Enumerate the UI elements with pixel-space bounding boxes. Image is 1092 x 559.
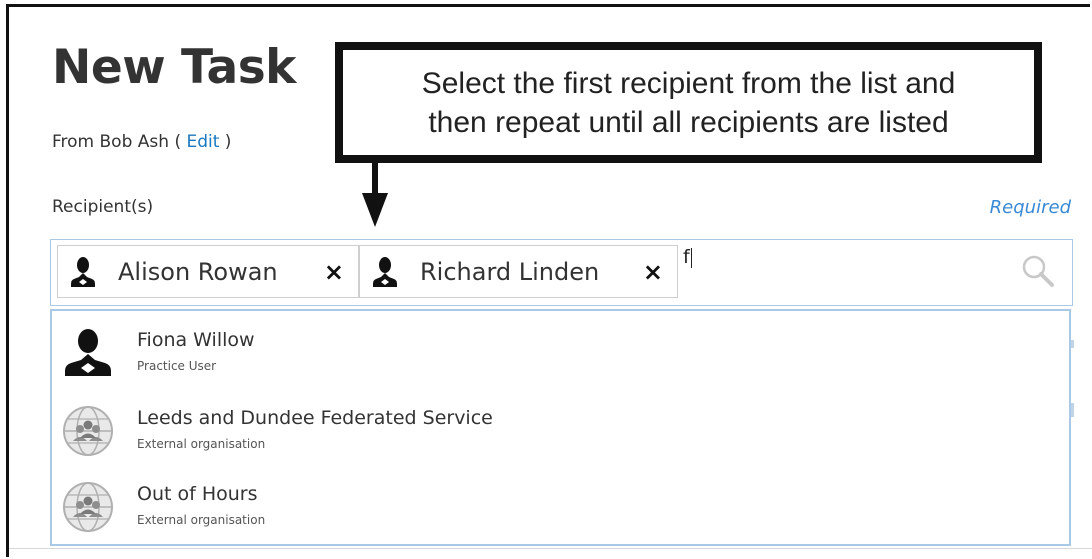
background-field-edge: [1071, 340, 1074, 348]
instruction-callout: Select the first recipient from the list…: [335, 42, 1042, 163]
edit-sender-link[interactable]: Edit: [186, 132, 219, 152]
recipient-chip[interactable]: Richard Linden ×: [359, 245, 678, 298]
callout-arrow-line: [372, 162, 378, 196]
callout-arrow-head: [362, 193, 388, 227]
text-cursor: [691, 248, 692, 268]
recipients-input[interactable]: Alison Rowan × Richard Linden × f: [50, 239, 1073, 306]
person-icon: [373, 256, 397, 287]
from-text: From Bob Ash (: [52, 132, 187, 152]
from-suffix: ): [219, 132, 232, 152]
suggestion-item[interactable]: Leeds and Dundee Federated Service Exter…: [52, 393, 1069, 469]
person-icon: [65, 329, 111, 376]
background-field-edge: [1071, 403, 1074, 417]
suggestion-type: Practice User: [137, 359, 217, 373]
suggestion-type: External organisation: [137, 513, 266, 527]
organisation-globe-icon: [63, 406, 113, 456]
search-icon[interactable]: [1020, 253, 1056, 289]
remove-recipient-button[interactable]: ×: [643, 258, 663, 286]
suggestion-item[interactable]: Fiona Willow Practice User: [52, 315, 1069, 391]
suggestion-name: Out of Hours: [137, 483, 258, 505]
suggestion-type: External organisation: [137, 437, 266, 451]
suggestion-name: Fiona Willow: [137, 329, 255, 351]
required-indicator: Required: [989, 197, 1071, 218]
suggestion-name: Leeds and Dundee Federated Service: [137, 407, 493, 429]
recipient-suggestions-list: Fiona Willow Practice User Leeds and Dun…: [50, 309, 1071, 546]
search-typed-text[interactable]: f: [683, 246, 690, 268]
recipient-chip[interactable]: Alison Rowan ×: [57, 245, 359, 298]
organisation-globe-icon: [63, 482, 113, 532]
remove-recipient-button[interactable]: ×: [324, 258, 344, 286]
from-line: From Bob Ash ( Edit ): [52, 132, 231, 152]
recipients-label: Recipient(s): [52, 197, 154, 217]
callout-line-2: then repeat until all recipients are lis…: [428, 105, 949, 139]
callout-line-1: Select the first recipient from the list…: [421, 66, 956, 100]
recipient-chip-name: Richard Linden: [420, 257, 600, 286]
recipient-chip-name: Alison Rowan: [118, 257, 278, 286]
person-icon: [71, 256, 95, 287]
divider: [9, 548, 1092, 549]
page-title: New Task: [52, 40, 296, 95]
suggestion-item[interactable]: Out of Hours External organisation: [52, 469, 1069, 545]
